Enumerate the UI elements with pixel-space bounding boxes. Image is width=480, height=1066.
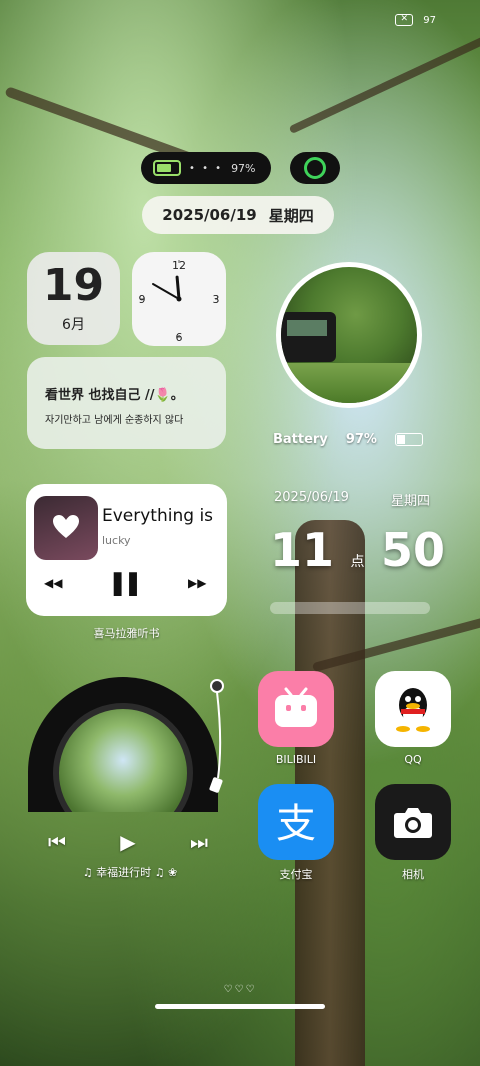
pill-battery-percent: 97% <box>231 161 256 175</box>
pill-dots: • • • <box>189 162 224 174</box>
time-minute: 50 <box>380 523 445 577</box>
analog-clock-widget[interactable]: 12 3 6 9 <box>132 252 226 346</box>
battery-label: Battery <box>273 432 328 447</box>
status-bar: ✕ 97 <box>395 14 436 26</box>
page-indicator[interactable]: ♡♡♡ <box>218 984 262 995</box>
quote-widget[interactable]: 看世界 也找自己 //🌷。 자기만하고 남에게 순종하지 않다 <box>27 357 226 449</box>
status-battery-text: 97 <box>423 14 436 26</box>
clock-minute-hand <box>152 283 180 300</box>
quote-line-2: 자기만하고 남에게 순종하지 않다 <box>45 415 184 426</box>
app-alipay[interactable]: 支 支付宝 <box>258 784 334 882</box>
time-widget[interactable]: 11 点 50 <box>270 525 445 575</box>
date-pill-widget[interactable]: 2025/06/19 星期四 <box>142 196 334 234</box>
vinyl-song-title: ♫ 幸福进行时 ♫ ❀ <box>82 866 178 879</box>
calendar-day: 19 <box>42 260 105 311</box>
clock-hour-hand <box>175 275 181 301</box>
wallpaper-branch <box>288 33 480 135</box>
next-button[interactable]: ▶▶ <box>188 576 206 590</box>
photo-grass <box>281 363 417 403</box>
vinyl-previous-button[interactable]: ⏮ <box>48 830 66 854</box>
battery-percent: 97% <box>345 432 377 447</box>
pause-button[interactable]: ▌▌ <box>114 572 145 596</box>
app-label-alipay: 支付宝 <box>279 868 313 881</box>
photo-bus <box>281 312 336 362</box>
battery-island-pill[interactable]: • • • 97% <box>141 152 271 184</box>
song-title: Everything is <box>102 506 214 526</box>
clock-number-3: 3 <box>213 293 220 306</box>
notification-x-icon: ✕ <box>395 14 414 26</box>
vinyl-next-button[interactable]: ⏭ <box>190 830 208 854</box>
time-widget-bar <box>270 602 430 614</box>
camera-icon <box>375 784 451 860</box>
vinyl-controls: ⏮ ▶ ⏭ <box>48 830 208 854</box>
app-camera[interactable]: 相机 <box>375 784 451 882</box>
vinyl-play-button[interactable]: ▶ <box>120 830 135 854</box>
date-pill-weekday: 星期四 <box>268 206 314 225</box>
qq-icon <box>375 671 451 747</box>
app-qq[interactable]: QQ <box>375 671 451 766</box>
activity-ring-pill[interactable] <box>290 152 340 184</box>
battery-icon <box>395 433 423 446</box>
clock-number-6: 6 <box>176 331 183 344</box>
previous-button[interactable]: ◀◀ <box>44 576 62 590</box>
quote-line-1: 看世界 也找自己 //🌷。 <box>45 388 184 403</box>
clock-number-9: 9 <box>139 293 146 306</box>
svg-text:支: 支 <box>276 801 316 845</box>
app-label-camera: 相机 <box>402 868 424 881</box>
calendar-day-widget[interactable]: 19 6月 <box>27 252 120 345</box>
vinyl-player-widget[interactable] <box>28 677 218 812</box>
clock-center <box>176 296 182 302</box>
time-hour: 11 <box>270 523 335 577</box>
heart-hands-icon <box>53 515 79 538</box>
time-widget-weekday: 星期四 <box>390 494 430 509</box>
time-dian: 点 <box>350 554 365 570</box>
app-label-qq: QQ <box>404 753 422 766</box>
app-bilibili[interactable]: BILIBILI <box>258 671 334 766</box>
app-label-bilibili: BILIBILI <box>275 753 317 766</box>
time-widget-date: 2025/06/19 星期四 <box>274 490 430 509</box>
time-widget-date-text: 2025/06/19 <box>274 490 349 505</box>
bilibili-icon <box>258 671 334 747</box>
vinyl-record-photo <box>53 703 193 812</box>
calendar-month: 6月 <box>62 317 85 333</box>
battery-icon <box>153 160 181 176</box>
alipay-icon: 支 <box>258 784 334 860</box>
home-indicator-bar[interactable] <box>155 1004 325 1009</box>
date-pill-date: 2025/06/19 <box>162 206 257 224</box>
ring-icon <box>304 157 326 179</box>
music-player-widget[interactable]: Everything is lucky ◀◀ ▌▌ ▶▶ <box>26 484 227 616</box>
tonearm-icon[interactable] <box>206 678 228 798</box>
clock-face: 12 3 6 9 <box>139 259 220 344</box>
clock-number-12: 12 <box>172 259 186 272</box>
battery-widget[interactable]: Battery 97% <box>273 432 423 447</box>
album-art[interactable] <box>34 496 98 560</box>
song-artist: lucky <box>102 534 131 547</box>
photo-widget[interactable] <box>276 262 422 408</box>
music-source-label: 喜马拉雅听书 <box>93 627 160 640</box>
